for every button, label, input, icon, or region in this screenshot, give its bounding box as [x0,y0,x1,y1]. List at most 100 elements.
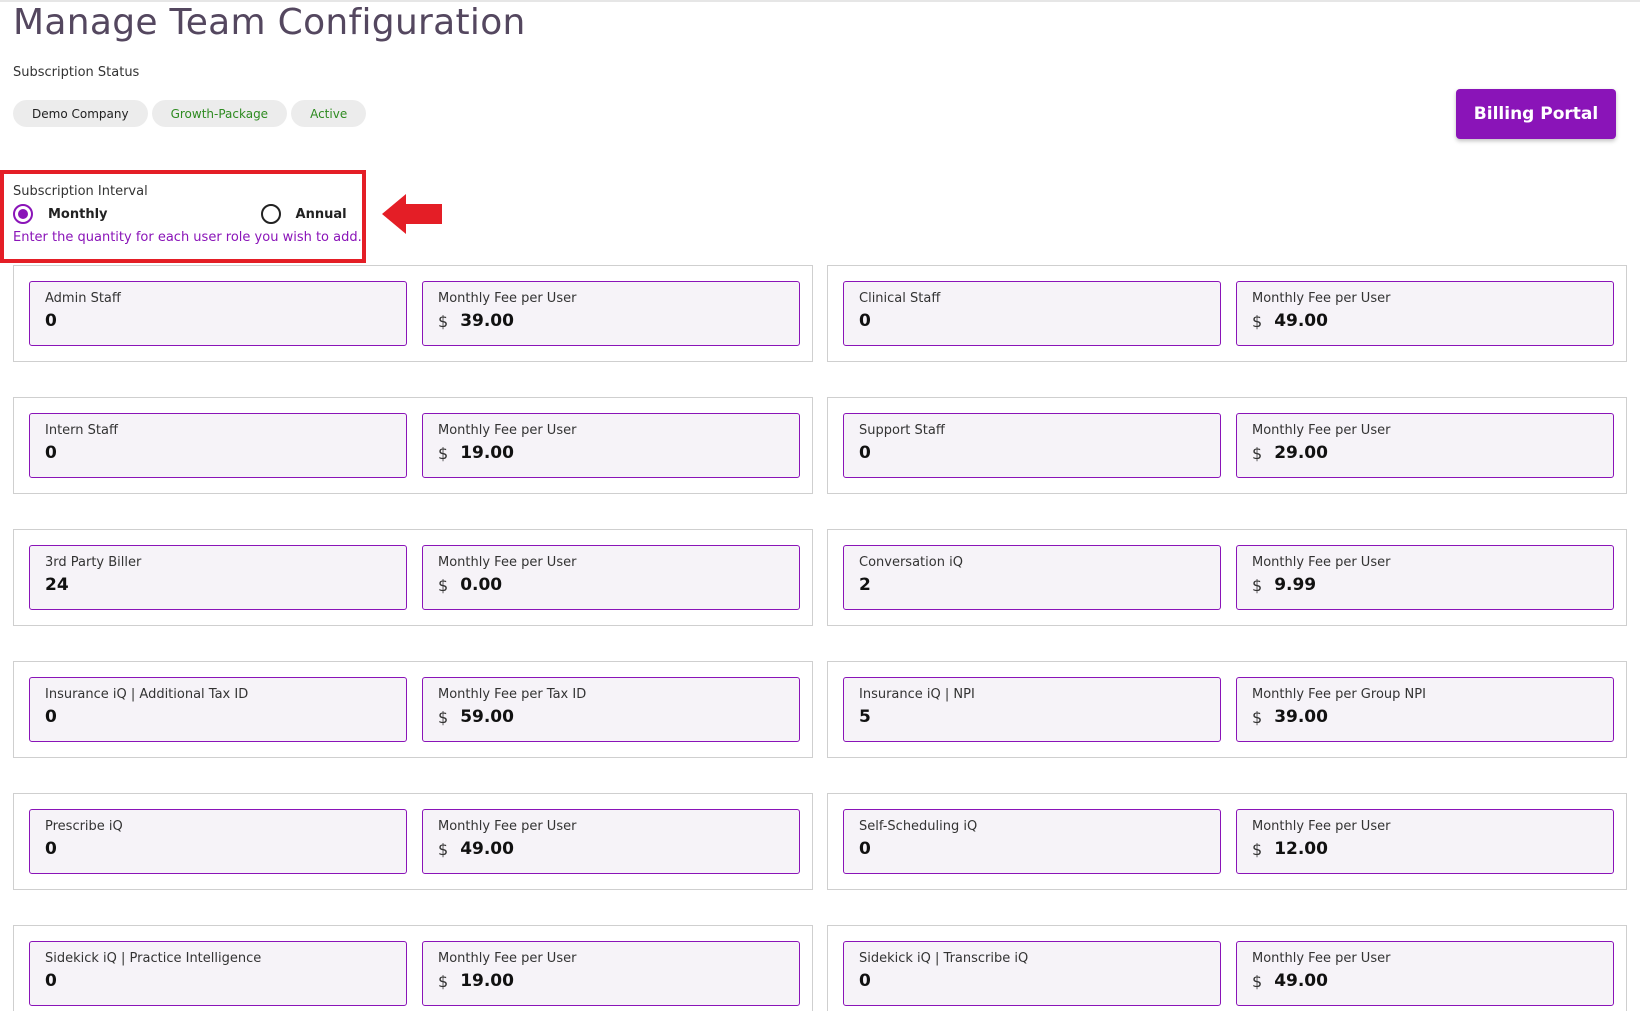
role-card-insurance-iq-npi: Insurance iQ | NPI 5 Monthly Fee per Group… [827,661,1627,758]
role-card-conversation-iq: Conversation iQ 2 Monthly Fee per User $9.9… [827,529,1627,626]
role-name-label: Conversation iQ [859,555,963,570]
fee-label: Monthly Fee per Group NPI [1252,687,1426,702]
role-quantity-field[interactable]: Support Staff 0 [843,413,1221,478]
role-name-label: Admin Staff [45,291,121,306]
role-quantity-value[interactable]: 0 [859,839,871,859]
role-card-prescribe-iq: Prescribe iQ 0 Monthly Fee per User $49.00 [13,793,813,890]
status-chips: Demo Company Growth-Package Active [13,100,367,127]
role-quantity-field[interactable]: Sidekick iQ | Transcribe iQ 0 [843,941,1221,1006]
fee-label: Monthly Fee per User [438,291,577,306]
role-quantity-field[interactable]: Prescribe iQ 0 [29,809,407,874]
fee-label: Monthly Fee per User [438,951,577,966]
currency-symbol: $ [438,311,449,331]
fee-value: 0.00 [460,575,503,595]
role-fee-field: Monthly Fee per User $29.00 [1236,413,1614,478]
currency-symbol: $ [1252,839,1263,859]
fee-value: 9.99 [1274,575,1317,595]
role-quantity-value[interactable]: 0 [859,443,871,463]
role-card-admin-staff: Admin Staff 0 Monthly Fee per User $39.00 [13,265,813,362]
role-fee-field: Monthly Fee per User $49.00 [422,809,800,874]
role-quantity-value[interactable]: 0 [859,311,871,331]
company-chip: Demo Company [13,100,148,127]
fee-value: 49.00 [460,839,514,859]
fee-label: Monthly Fee per User [1252,423,1391,438]
monthly-radio-label[interactable]: Monthly [48,207,108,222]
role-name-label: 3rd Party Biller [45,555,142,570]
fee-value: 39.00 [460,311,514,331]
role-quantity-field[interactable]: Conversation iQ 2 [843,545,1221,610]
fee-value: 12.00 [1274,839,1328,859]
monthly-radio[interactable] [13,204,33,224]
annual-radio-label[interactable]: Annual [296,207,347,222]
role-fee-field: Monthly Fee per User $19.00 [422,413,800,478]
role-fee-field: Monthly Fee per Tax ID $59.00 [422,677,800,742]
fee-label: Monthly Fee per Tax ID [438,687,587,702]
role-fee-field: Monthly Fee per User $0.00 [422,545,800,610]
role-quantity-field[interactable]: Insurance iQ | Additional Tax ID 0 [29,677,407,742]
quantity-hint: Enter the quantity for each user role yo… [13,230,362,245]
role-quantity-value[interactable]: 0 [45,443,57,463]
role-quantity-value[interactable]: 0 [859,971,871,991]
role-quantity-field[interactable]: Sidekick iQ | Practice Intelligence 0 [29,941,407,1006]
radio-dot [18,209,28,219]
role-quantity-field[interactable]: Insurance iQ | NPI 5 [843,677,1221,742]
role-card-3rd-party-biller: 3rd Party Biller 24 Monthly Fee per User $0… [13,529,813,626]
currency-symbol: $ [1252,443,1263,463]
annual-radio[interactable] [260,204,281,224]
role-card-insurance-iq-additional-tax-id: Insurance iQ | Additional Tax ID 0 Monthly… [13,661,813,758]
fee-label: Monthly Fee per User [1252,819,1391,834]
role-card-self-scheduling-iq: Self-Scheduling iQ 0 Monthly Fee per User $… [827,793,1627,890]
role-card-support-staff: Support Staff 0 Monthly Fee per User $29.00 [827,397,1627,494]
fee-label: Monthly Fee per User [438,819,577,834]
currency-symbol: $ [438,707,449,727]
role-fee-field: Monthly Fee per User $49.00 [1236,281,1614,346]
subscription-interval-label: Subscription Interval [13,184,148,199]
role-quantity-field[interactable]: Clinical Staff 0 [843,281,1221,346]
role-quantity-field[interactable]: 3rd Party Biller 24 [29,545,407,610]
currency-symbol: $ [1252,971,1263,991]
role-quantity-value[interactable]: 24 [45,575,69,595]
fee-value: 19.00 [460,971,514,991]
role-quantity-field[interactable]: Self-Scheduling iQ 0 [843,809,1221,874]
currency-symbol: $ [1252,311,1263,331]
role-quantity-value[interactable]: 2 [859,575,871,595]
fee-value: 39.00 [1274,707,1328,727]
fee-value: 19.00 [460,443,514,463]
fee-value: 49.00 [1274,311,1328,331]
role-fee-field: Monthly Fee per User $19.00 [422,941,800,1006]
subscription-interval-highlight: Subscription Interval Monthly Annual Ent… [0,170,366,263]
fee-value: 49.00 [1274,971,1328,991]
left-arrow-icon [382,194,442,234]
role-fee-field: Monthly Fee per User $39.00 [422,281,800,346]
currency-symbol: $ [1252,575,1263,595]
role-quantity-value[interactable]: 0 [45,839,57,859]
role-quantity-field[interactable]: Intern Staff 0 [29,413,407,478]
status-chip: Active [291,100,367,127]
package-chip: Growth-Package [151,100,288,127]
role-fee-field: Monthly Fee per User $9.99 [1236,545,1614,610]
fee-label: Monthly Fee per User [1252,951,1391,966]
role-name-label: Intern Staff [45,423,118,438]
role-quantity-value[interactable]: 0 [45,707,57,727]
interval-radio-group: Monthly Annual [13,203,353,225]
fee-label: Monthly Fee per User [1252,291,1391,306]
role-name-label: Insurance iQ | NPI [859,687,975,702]
role-name-label: Sidekick iQ | Practice Intelligence [45,951,262,966]
role-quantity-value[interactable]: 0 [45,311,57,331]
role-quantity-value[interactable]: 5 [859,707,871,727]
page-title: Manage Team Configuration [13,2,526,43]
role-card-sidekick-iq-practice-intelligence: Sidekick iQ | Practice Intelligence 0 Mont… [13,925,813,1011]
role-quantity-value[interactable]: 0 [45,971,57,991]
role-card-clinical-staff: Clinical Staff 0 Monthly Fee per User $49.0… [827,265,1627,362]
role-fee-field: Monthly Fee per User $12.00 [1236,809,1614,874]
role-quantity-field[interactable]: Admin Staff 0 [29,281,407,346]
currency-symbol: $ [438,575,449,595]
fee-label: Monthly Fee per User [1252,555,1391,570]
role-name-label: Prescribe iQ [45,819,123,834]
role-card-sidekick-iq-transcribe-iq: Sidekick iQ | Transcribe iQ 0 Monthly Fee … [827,925,1627,1011]
fee-label: Monthly Fee per User [438,423,577,438]
role-fee-field: Monthly Fee per User $49.00 [1236,941,1614,1006]
role-name-label: Self-Scheduling iQ [859,819,978,834]
billing-portal-button[interactable]: Billing Portal [1456,89,1616,139]
currency-symbol: $ [438,839,449,859]
